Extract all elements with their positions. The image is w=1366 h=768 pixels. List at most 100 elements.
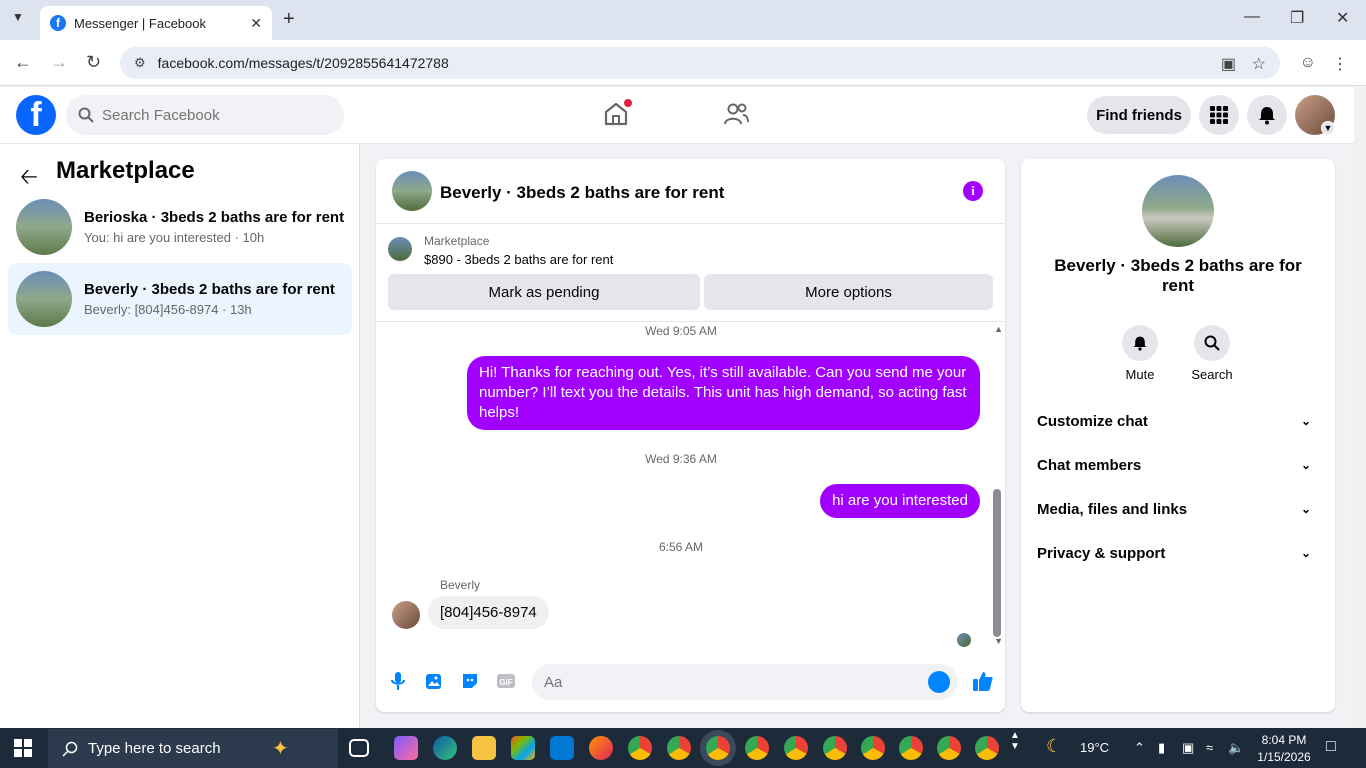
firefox-icon[interactable] [589,736,613,760]
close-window-icon[interactable]: ✕ [1336,8,1349,28]
message-bubble-sent[interactable]: Hi! Thanks for reaching out. Yes, it’s s… [467,356,980,430]
info-icon[interactable]: i [963,181,983,201]
sticker-icon[interactable] [459,670,481,692]
conversation-item-active[interactable]: Beverly · 3beds 2 baths are for rent Bev… [8,263,352,335]
customize-chat-section[interactable]: Customize chat ⌄ [1037,403,1319,439]
account-chevron-down-icon[interactable]: ▼ [1321,121,1335,135]
task-view-icon[interactable] [349,739,369,757]
chrome-profile-icon[interactable] [861,736,885,760]
gif-icon[interactable]: GIF [495,670,517,692]
taskbar-clock[interactable]: 8:04 PM 1/15/2026 [1256,732,1312,766]
microphone-icon[interactable] [387,670,409,692]
taskbar-scroll-icon[interactable]: ▲ ▼ [1010,730,1020,752]
listing-price-title[interactable]: $890 - 3beds 2 baths are for rent [424,252,613,267]
section-label: Media, files and links [1037,500,1188,518]
tab-search-icon[interactable]: ▼ [12,10,24,24]
new-tab-icon[interactable]: + [283,8,295,31]
search-label: Search [1191,367,1233,382]
weather-temp[interactable]: 19°C [1080,740,1109,755]
browser-tab[interactable]: f Messenger | Facebook ✕ [40,6,272,40]
minimize-icon[interactable]: — [1244,8,1260,26]
store-icon[interactable] [511,736,535,760]
chrome-profile-icon[interactable] [667,736,691,760]
back-icon[interactable]: ← [14,52,32,73]
conversation-title: Beverly · 3beds 2 baths are for rent [84,281,335,298]
message-input[interactable] [544,673,904,691]
notifications-bell-icon[interactable] [1247,95,1287,135]
emoji-icon[interactable] [928,671,950,693]
mark-as-pending-button[interactable]: Mark as pending [388,274,700,310]
taskbar-search[interactable]: ✦ [48,729,338,768]
photo-icon[interactable] [423,670,445,692]
friends-icon[interactable] [722,100,750,128]
chrome-profile-icon[interactable] [975,736,999,760]
forward-icon[interactable]: → [50,52,68,73]
grid-icon [1210,106,1228,124]
sender-avatar[interactable] [392,601,420,629]
chrome-profile-icon[interactable] [745,736,769,760]
menu-grid-icon[interactable] [1199,95,1239,135]
listing-thumbnail[interactable] [388,237,412,261]
chat-scrollbar[interactable] [993,489,1001,637]
find-friends-button[interactable]: Find friends [1087,96,1191,134]
outlook-icon[interactable] [550,736,574,760]
conversation-preview: You: hi are you interested · 10h [84,230,265,245]
notification-dot [624,99,632,107]
facebook-search[interactable] [66,95,344,135]
conversation-item[interactable]: Berioska · 3beds 2 baths are for rent Yo… [8,191,352,263]
message-bubble-received[interactable]: [804]456-8974 [428,596,549,629]
mute-action[interactable]: Mute [1110,325,1170,382]
scroll-up-icon[interactable]: ▲ [994,324,1003,334]
chrome-icon[interactable] [628,736,652,760]
thumbs-up-icon[interactable] [972,670,994,692]
install-app-icon[interactable]: ▣ [1221,54,1236,74]
display-icon[interactable]: ▣ [1182,740,1194,756]
edge-icon[interactable] [433,736,457,760]
copilot-icon[interactable] [394,736,418,760]
page-scrollbar[interactable] [1354,87,1366,728]
file-explorer-icon[interactable] [472,736,496,760]
media-files-links-section[interactable]: Media, files and links ⌄ [1037,491,1319,527]
windows-start-icon[interactable] [14,739,32,757]
conversation-info-panel: Beverly · 3beds 2 baths are for rent Mut… [1021,159,1335,712]
moon-weather-icon: ☾ [1046,736,1063,756]
reload-icon[interactable]: ↻ [86,52,101,73]
more-options-button[interactable]: More options [704,274,993,310]
info-avatar[interactable] [1142,175,1214,247]
chat-title[interactable]: Beverly · 3beds 2 baths are for rent [440,183,724,203]
privacy-support-section[interactable]: Privacy & support ⌄ [1037,535,1319,571]
chat-members-section[interactable]: Chat members ⌄ [1037,447,1319,483]
facebook-logo-icon[interactable]: f [16,95,56,135]
chrome-profile-icon[interactable] [899,736,923,760]
volume-icon[interactable]: 🔈 [1228,740,1244,756]
bell-icon [1133,336,1147,351]
wifi-icon[interactable]: ≈ [1206,740,1213,755]
facebook-search-input[interactable] [102,106,322,124]
battery-icon[interactable]: ▮ [1158,740,1165,756]
chat-avatar[interactable] [392,171,432,211]
taskbar-search-input[interactable] [88,740,258,757]
show-hidden-icons-icon[interactable]: ⌃ [1134,740,1145,756]
close-tab-icon[interactable]: ✕ [250,15,262,32]
restore-icon[interactable]: ❐ [1290,8,1304,28]
bookmark-star-icon[interactable]: ☆ [1252,54,1266,74]
notification-center-icon[interactable]: □ [1326,738,1336,756]
chrome-profile-icon[interactable] [823,736,847,760]
conversation-title: Berioska · 3beds 2 baths are for rent [84,209,345,226]
message-timestamp: 6:56 AM [658,540,704,554]
seen-avatar-icon [957,633,971,647]
sparkle-icon: ✦ [272,738,289,760]
message-input-box[interactable] [532,664,958,700]
scroll-down-icon[interactable]: ▼ [994,636,1003,646]
site-info-icon[interactable]: ⚙ [134,55,146,71]
browser-menu-icon[interactable]: ⋮ [1332,54,1348,74]
chrome-profile-icon-active[interactable] [706,736,730,760]
profile-icon[interactable]: ☺ [1300,54,1316,72]
facebook-favicon-icon: f [50,15,66,31]
message-bubble-sent[interactable]: hi are you interested [820,484,980,518]
chrome-profile-icon[interactable] [784,736,808,760]
chrome-profile-icon[interactable] [937,736,961,760]
mute-label: Mute [1125,367,1155,382]
search-action[interactable]: Search [1182,325,1242,382]
address-bar[interactable]: ⚙ facebook.com/messages/t/20928556414727… [120,47,1280,79]
